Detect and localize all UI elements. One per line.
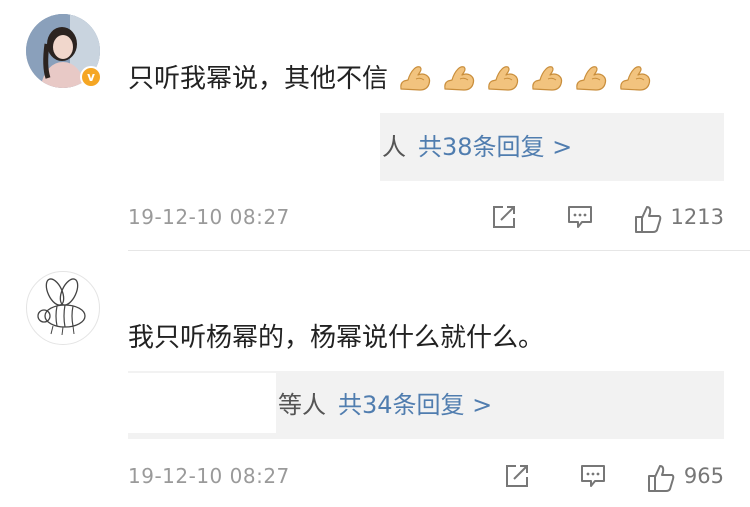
comment-item: 我只听杨幂的，杨幂说什么就什么。 等人 共34条回复 > 19-12-10 08:…	[0, 251, 750, 507]
reply-authors: 人	[382, 133, 406, 161]
comment-timestamp: 19-12-10 08:27	[128, 205, 290, 229]
comment-item: v 只听我幂说，其他不信 人共38条回复 > 19-12-10 08:27 12…	[0, 0, 750, 250]
reply-preview[interactable]: 人共38条回复 >	[380, 113, 724, 181]
reply-authors: 等人	[278, 391, 326, 419]
comment-text-content: 只听我幂说，其他不信	[128, 64, 389, 94]
like-button[interactable]: 965	[646, 461, 724, 492]
like-count: 965	[683, 464, 724, 488]
flexed-biceps-icon	[486, 63, 520, 93]
thumbs-up-icon	[633, 204, 661, 233]
view-replies-link[interactable]: 共34条回复 >	[338, 391, 492, 419]
like-count: 1213	[670, 205, 724, 229]
comment-icon[interactable]	[580, 463, 606, 489]
forward-icon[interactable]	[491, 204, 517, 230]
like-button[interactable]: 1213	[633, 202, 724, 233]
avatar[interactable]	[26, 271, 100, 345]
view-replies-link[interactable]: 共38条回复 >	[418, 133, 572, 161]
verified-badge: v	[80, 66, 102, 88]
flexed-biceps-icon	[398, 63, 432, 93]
forward-icon[interactable]	[504, 463, 530, 489]
bee-drawing-icon	[37, 278, 86, 336]
comment-text: 我只听杨幂的，杨幂说什么就什么。	[128, 323, 545, 353]
reply-summary[interactable]: 等人 共34条回复 >	[278, 371, 492, 439]
comment-timestamp: 19-12-10 08:27	[128, 464, 290, 488]
emoji-row	[388, 64, 652, 94]
comment-actions: 965	[504, 461, 724, 492]
comment-meta: 19-12-10 08:27 1213	[128, 202, 724, 233]
flexed-biceps-icon	[530, 63, 564, 93]
comment-text: 只听我幂说，其他不信	[128, 62, 652, 96]
comment-icon[interactable]	[567, 204, 593, 230]
flexed-biceps-icon	[574, 63, 608, 93]
comment-meta: 19-12-10 08:27 965	[128, 461, 724, 492]
reply-summary[interactable]: 人共38条回复 >	[382, 113, 572, 181]
flexed-biceps-icon	[442, 63, 476, 93]
redacted-area	[128, 373, 276, 433]
comment-actions: 1213	[491, 202, 724, 233]
thumbs-up-icon	[646, 463, 675, 492]
flexed-biceps-icon	[618, 63, 652, 93]
